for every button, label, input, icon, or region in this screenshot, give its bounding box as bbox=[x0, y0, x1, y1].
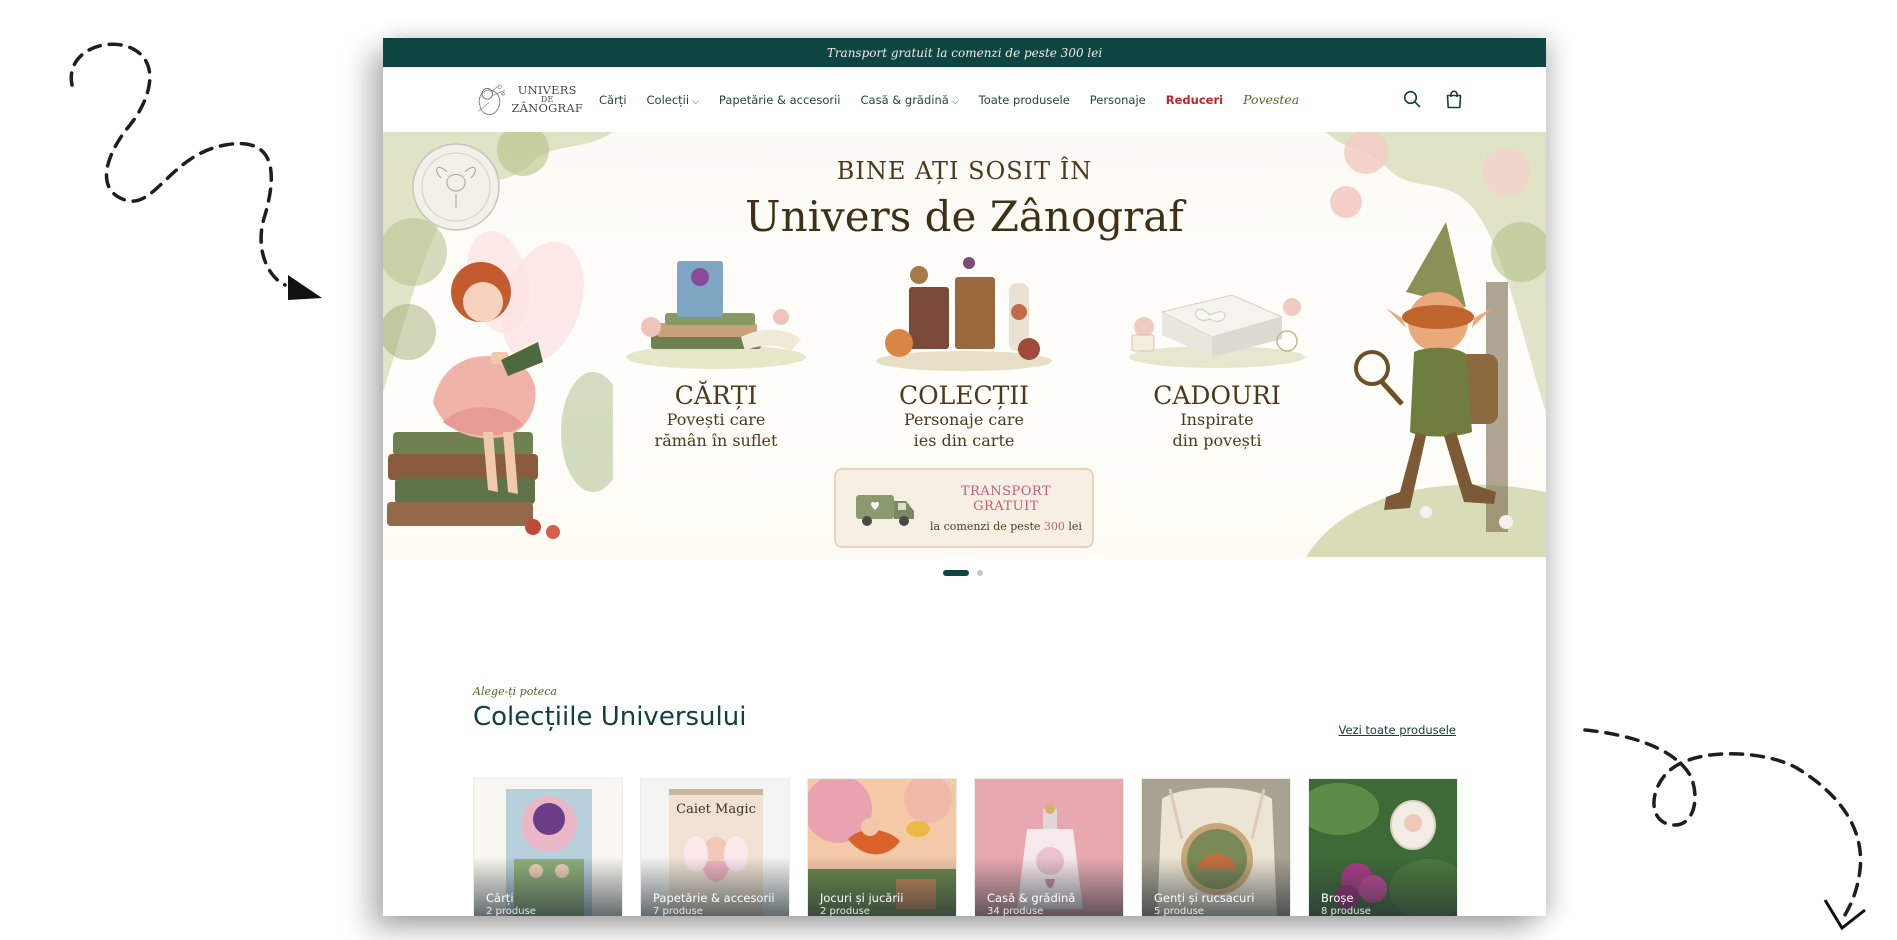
collection-card-jocuri[interactable]: Jocuri și jucării 2 produse bbox=[807, 778, 957, 916]
nav-item-toate-produsele[interactable]: Toate produsele bbox=[979, 93, 1070, 107]
free-shipping-text: TRANSPORT GRATUIT la comenzi de peste 30… bbox=[930, 483, 1082, 533]
announcement-text: Transport gratuit la comenzi de peste 30… bbox=[826, 45, 1103, 60]
books-illustration bbox=[626, 261, 806, 369]
hero-eyebrow: BINE AȚI SOSIT ÎN bbox=[836, 157, 1093, 185]
nav-item-colectii[interactable]: Colecții ⌵ bbox=[647, 93, 699, 107]
chevron-down-icon: ⌵ bbox=[692, 96, 699, 107]
section-eyebrow: Alege-ți poteca bbox=[473, 685, 557, 698]
main-nav: Cărți Colecții ⌵ Papetărie & accesorii Ca… bbox=[599, 92, 1299, 107]
free-shipping-badge: TRANSPORT GRATUIT la comenzi de peste 30… bbox=[834, 468, 1094, 548]
header-actions bbox=[1400, 87, 1466, 111]
nav-item-carti[interactable]: Cărți bbox=[599, 93, 627, 107]
collection-card-genti[interactable]: Genți și rucsacuri 5 produse bbox=[1141, 778, 1291, 916]
collection-grid: Cărți 2 produse Caiet Magic Papetărie & … bbox=[473, 778, 1458, 916]
hero-category-colectii[interactable]: COLECȚII Personaje care ies din carte bbox=[864, 257, 1064, 452]
section-title: Colecțiile Universului bbox=[473, 702, 747, 732]
hero-category-carti[interactable]: CĂRȚI Povești care rămân în suflet bbox=[616, 257, 816, 452]
collection-card-carti[interactable]: Cărți 2 produse bbox=[473, 778, 623, 916]
view-all-products-link[interactable]: Vezi toate produsele bbox=[1338, 723, 1456, 737]
hero-banner[interactable]: BINE AȚI SOSIT ÎN Univers de Zânograf CĂ… bbox=[383, 132, 1546, 557]
slide-dot-2[interactable] bbox=[977, 570, 983, 576]
collection-card-papetarie[interactable]: Caiet Magic Papetărie & accesorii 7 prod… bbox=[640, 778, 790, 916]
nav-item-casa-gradina[interactable]: Casă & grădină ⌵ bbox=[861, 93, 959, 107]
nav-item-povestea[interactable]: Povestea bbox=[1243, 92, 1299, 107]
dashed-arrow-decoration bbox=[1583, 728, 1866, 931]
truck-icon bbox=[856, 495, 914, 526]
collection-card-casa-gradina[interactable]: Casă & grădină 34 produse bbox=[974, 778, 1124, 916]
collections-illustration bbox=[876, 257, 1052, 371]
slider-pagination bbox=[943, 570, 983, 576]
search-icon[interactable] bbox=[1400, 87, 1424, 111]
logo-text: UNIVERS DE ZÂNOGRAF bbox=[511, 82, 583, 116]
cart-icon[interactable] bbox=[1442, 87, 1466, 111]
website-frame: Transport gratuit la comenzi de peste 30… bbox=[383, 38, 1546, 916]
hero-title: Univers de Zânograf bbox=[745, 192, 1184, 241]
logo[interactable]: UNIVERS DE ZÂNOGRAF bbox=[473, 79, 583, 121]
collection-card-brose[interactable]: Broșe 8 produse bbox=[1308, 778, 1458, 916]
chevron-down-icon: ⌵ bbox=[951, 96, 959, 107]
nav-item-personaje[interactable]: Personaje bbox=[1090, 93, 1146, 107]
site-header: UNIVERS DE ZÂNOGRAF Cărți Colecții ⌵ Pape… bbox=[383, 67, 1546, 132]
nav-item-reduceri[interactable]: Reduceri bbox=[1166, 93, 1223, 107]
announcement-bar: Transport gratuit la comenzi de peste 30… bbox=[383, 38, 1546, 67]
hero-category-cadouri[interactable]: CADOURI Inspirate din povești bbox=[1117, 257, 1317, 452]
dashed-arrow-decoration bbox=[69, 42, 322, 300]
fairy-logo-icon bbox=[478, 84, 506, 115]
gift-box-illustration bbox=[1129, 294, 1305, 368]
svg-text:Caiet Magic: Caiet Magic bbox=[676, 802, 756, 817]
slide-dot-1[interactable] bbox=[943, 570, 969, 576]
nav-item-papetarie[interactable]: Papetărie & accesorii bbox=[719, 93, 841, 107]
